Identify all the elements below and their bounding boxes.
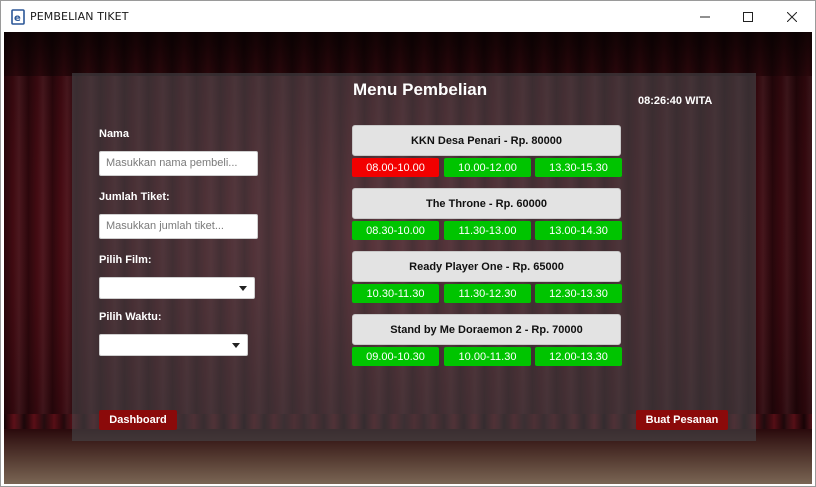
minimize-icon xyxy=(700,7,710,26)
showtime-button[interactable]: 10.30-11.30 xyxy=(352,284,439,303)
clock-display: 08:26:40 WITA xyxy=(638,95,713,107)
curtain-valance xyxy=(4,32,812,76)
showtime-button[interactable]: 11.30-12.30 xyxy=(444,284,531,303)
app-window: e PEMBELIAN TIKET Menu Pembelian 08:26:4… xyxy=(0,0,816,487)
minimize-button[interactable] xyxy=(682,1,728,32)
create-order-button[interactable]: Buat Pesanan xyxy=(636,410,728,430)
qty-input[interactable]: Masukkan jumlah tiket... xyxy=(99,214,258,239)
showtime-button[interactable]: 10.00-12.00 xyxy=(444,158,531,177)
showtime-button[interactable]: 08.00-10.00 xyxy=(352,158,439,177)
showtime-button[interactable]: 13.30-15.30 xyxy=(535,158,622,177)
film-select[interactable] xyxy=(99,277,255,299)
maximize-icon xyxy=(743,7,753,26)
close-button[interactable] xyxy=(769,1,815,32)
chevron-down-icon xyxy=(232,343,240,348)
time-label: Pilih Waktu: xyxy=(99,311,162,323)
purchase-panel: Menu Pembelian 08:26:40 WITA Nama Masukk… xyxy=(72,73,756,441)
showtime-button[interactable]: 13.00-14.30 xyxy=(535,221,622,240)
film-button-stand-by-me-doraemon-2[interactable]: Stand by Me Doraemon 2 - Rp. 70000 xyxy=(352,314,621,345)
showtime-button[interactable]: 08.30-10.00 xyxy=(352,221,439,240)
qty-label: Jumlah Tiket: xyxy=(99,191,170,203)
theater-background: Menu Pembelian 08:26:40 WITA Nama Masukk… xyxy=(4,32,812,484)
showtime-button[interactable]: 10.00-11.30 xyxy=(444,347,531,366)
film-button-kkn-desa-penari[interactable]: KKN Desa Penari - Rp. 80000 xyxy=(352,125,621,156)
dashboard-button[interactable]: Dashboard xyxy=(99,410,177,430)
title-bar: e PEMBELIAN TIKET xyxy=(1,1,815,32)
name-label: Nama xyxy=(99,128,129,140)
app-e-icon: e xyxy=(11,9,25,25)
window-title: PEMBELIAN TIKET xyxy=(30,10,129,23)
time-select[interactable] xyxy=(99,334,248,356)
name-input[interactable]: Masukkan nama pembeli... xyxy=(99,151,258,176)
svg-text:e: e xyxy=(14,13,21,24)
film-label: Pilih Film: xyxy=(99,254,152,266)
maximize-button[interactable] xyxy=(725,1,771,32)
film-button-the-throne[interactable]: The Throne - Rp. 60000 xyxy=(352,188,621,219)
film-button-ready-player-one[interactable]: Ready Player One - Rp. 65000 xyxy=(352,251,621,282)
page-title: Menu Pembelian xyxy=(353,80,488,99)
chevron-down-icon xyxy=(239,286,247,291)
showtime-button[interactable]: 12.30-13.30 xyxy=(535,284,622,303)
showtime-button[interactable]: 11.30-13.00 xyxy=(444,221,531,240)
close-icon xyxy=(786,7,798,26)
showtime-button[interactable]: 09.00-10.30 xyxy=(352,347,439,366)
showtime-button[interactable]: 12.00-13.30 xyxy=(535,347,622,366)
